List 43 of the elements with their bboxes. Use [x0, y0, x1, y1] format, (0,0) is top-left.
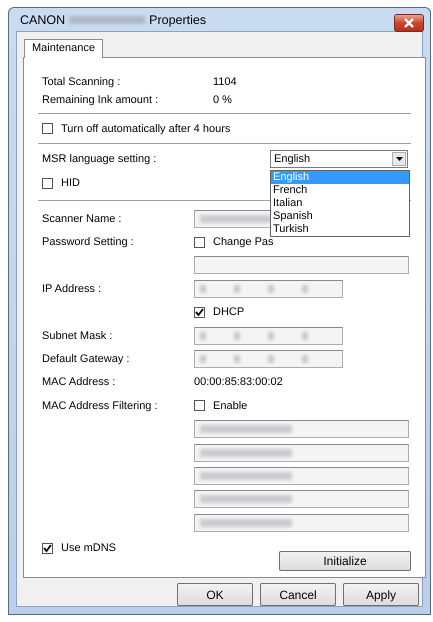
checkmark-icon [195, 308, 204, 317]
close-button[interactable] [394, 14, 424, 32]
checkbox[interactable]: Enable [194, 400, 248, 412]
label: Total Scanning : [42, 76, 122, 88]
input-field[interactable] [194, 350, 343, 368]
label: IP Address : [42, 282, 102, 295]
initialize-button[interactable]: Initialize [279, 551, 411, 572]
input-field[interactable] [194, 256, 409, 274]
dropdown-option[interactable]: Italian [271, 197, 409, 210]
value-text: 1104 [212, 76, 237, 88]
dropdown-option[interactable]: Turkish [271, 223, 409, 236]
checkbox[interactable]: DHCP [194, 306, 244, 318]
checkbox[interactable]: HID [42, 177, 80, 189]
input-field[interactable] [194, 514, 409, 532]
input-field[interactable] [194, 444, 409, 462]
input-field[interactable] [194, 280, 343, 298]
input-field[interactable] [194, 420, 409, 438]
label: Subnet Mask : [42, 330, 112, 342]
input-field[interactable] [194, 466, 409, 485]
value-text: 00:00:85:83:00:02 [194, 376, 283, 388]
checkbox[interactable]: Change Pas [194, 236, 274, 248]
close-icon [403, 18, 415, 28]
checkmark-icon [43, 544, 52, 553]
label: Remaining Ink amount : [42, 94, 160, 106]
label: MSR language setting : [42, 153, 158, 165]
input-field[interactable] [194, 326, 343, 345]
checkbox[interactable]: Turn off automatically after 4 hours [42, 122, 230, 134]
dialog-button[interactable]: Apply [343, 583, 419, 606]
value-text: 0 % [212, 94, 232, 106]
window-title: Properties [149, 12, 206, 26]
label: Password Setting : [42, 236, 134, 248]
window-title: CANON [20, 12, 66, 26]
label: Default Gateway : [42, 353, 130, 366]
label: Scanner Name : [42, 212, 122, 225]
dropdown-option[interactable]: Spanish [271, 210, 409, 223]
checkbox[interactable]: Use mDNS [42, 542, 116, 554]
label: MAC Address Filtering : [42, 400, 158, 412]
input-field[interactable] [194, 490, 409, 508]
dropdown-option[interactable]: French [271, 184, 409, 197]
tab[interactable]: Maintenance [24, 39, 103, 58]
label: MAC Address : [42, 376, 116, 388]
dialog-button[interactable]: OK [177, 583, 253, 606]
dialog-button[interactable]: Cancel [260, 583, 336, 606]
